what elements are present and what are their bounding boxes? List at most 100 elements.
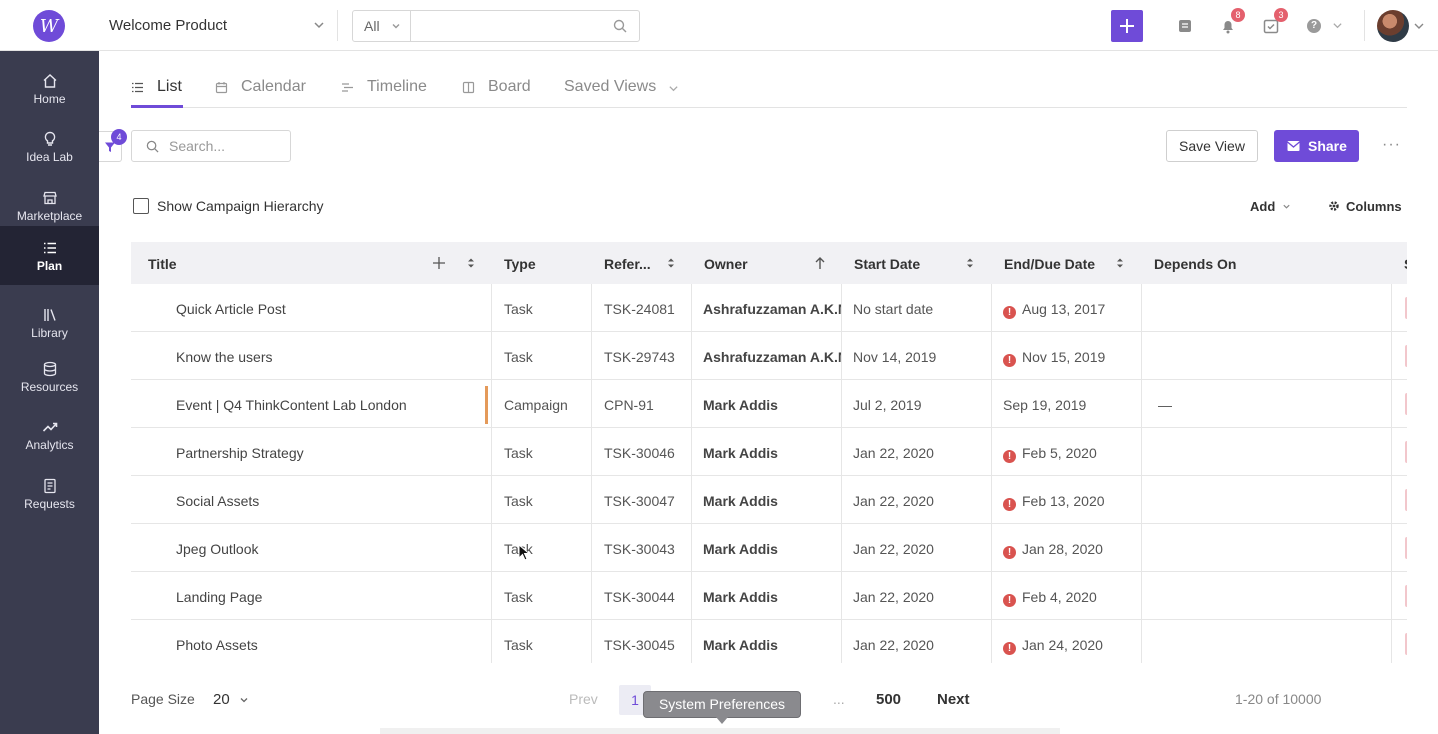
sort-icon[interactable] [667, 257, 675, 269]
campaign-hierarchy-label[interactable]: Show Campaign Hierarchy [157, 198, 324, 214]
sort-icon[interactable] [467, 257, 475, 269]
help-icon[interactable]: ? [1307, 19, 1321, 33]
start-date-cell: Jan 22, 2020 [842, 620, 992, 663]
chevron-down-icon[interactable] [312, 18, 326, 32]
reference-cell[interactable]: TSK-30043 [592, 524, 692, 572]
column-header-owner[interactable]: Owner [704, 242, 748, 284]
status-cell[interactable] [1392, 284, 1407, 332]
title-cell[interactable]: Quick Article Post [131, 284, 492, 332]
filter-count-badge: 4 [111, 129, 127, 145]
sidebar-item-library[interactable]: Library [0, 293, 99, 351]
reference-cell-text: CPN-91 [604, 397, 654, 413]
table-row[interactable]: Social Assets Task TSK-30047 Mark Addis Jan … [131, 476, 1407, 524]
home-icon [43, 74, 56, 88]
column-header-type[interactable]: Type [504, 242, 536, 284]
campaign-hierarchy-checkbox[interactable] [133, 198, 149, 214]
sidebar-item-requests[interactable]: Requests [0, 464, 99, 522]
column-header-depends-on[interactable]: Depends On [1154, 242, 1236, 284]
status-cell[interactable] [1392, 572, 1407, 620]
reference-cell[interactable]: CPN-91 [592, 380, 692, 428]
tab-calendar[interactable]: Calendar [215, 78, 315, 108]
column-header-reference[interactable]: Refer... [604, 242, 651, 284]
sidebar: Home Idea Lab Marketplace Plan Library R… [0, 51, 99, 734]
title-cell[interactable]: Jpeg Outlook [131, 524, 492, 572]
table-row[interactable]: Quick Article Post Task TSK-24081 Ashrafuzz… [131, 284, 1407, 332]
reference-cell[interactable]: TSK-30046 [592, 428, 692, 476]
title-cell[interactable]: Know the users [131, 332, 492, 380]
overdue-alert-icon: ! [1003, 594, 1016, 607]
sidebar-item-analytics[interactable]: Analytics [0, 405, 99, 463]
tab-board[interactable]: Board [462, 78, 542, 108]
type-cell-text: Campaign [504, 397, 568, 413]
table-row[interactable]: Photo Assets Task TSK-30045 Mark Addis Jan 2… [131, 620, 1407, 663]
avatar[interactable] [1377, 10, 1409, 42]
title-cell-text: Photo Assets [176, 637, 258, 653]
add-dropdown[interactable]: Add [1250, 199, 1290, 214]
more-options-button[interactable]: ··· [1382, 136, 1401, 154]
title-cell[interactable]: Partnership Strategy [131, 428, 492, 476]
reference-cell[interactable]: TSK-24081 [592, 284, 692, 332]
gear-icon [1329, 201, 1339, 211]
table-header: Title Type Refer... Owner Start Date End… [131, 242, 1407, 284]
app-logo[interactable]: W [33, 10, 65, 42]
logo-letter: W [39, 15, 59, 37]
create-new-button[interactable] [1111, 10, 1143, 42]
depends-on-cell [1142, 428, 1392, 476]
sidebar-item-resources[interactable]: Resources [0, 347, 99, 405]
table-row[interactable]: Know the users Task TSK-29743 Ashrafuzzaman… [131, 332, 1407, 380]
page-button[interactable]: 500 [876, 691, 901, 708]
campaign-color-bar [485, 386, 488, 424]
table-row[interactable]: Landing Page Task TSK-30044 Mark Addis Jan 2… [131, 572, 1407, 620]
share-button[interactable]: Share [1274, 130, 1359, 162]
status-cell[interactable] [1392, 428, 1407, 476]
pagination-ellipsis: ... [833, 691, 845, 707]
table-row[interactable]: Event | Q4 ThinkContent Lab London Campai… [131, 380, 1407, 428]
column-header-title[interactable]: Title [148, 242, 177, 284]
page-size-select[interactable]: 20 [213, 691, 230, 708]
status-cell[interactable] [1392, 524, 1407, 572]
search-input[interactable] [169, 137, 284, 155]
column-header-end-date[interactable]: End/Due Date [1004, 242, 1095, 284]
save-view-button[interactable]: Save View [1166, 130, 1258, 162]
search-scope-select[interactable]: All [353, 11, 411, 41]
sort-icon[interactable] [966, 257, 974, 269]
chevron-down-icon[interactable] [1413, 20, 1425, 32]
type-cell-text: Task [504, 445, 533, 461]
reference-cell[interactable]: TSK-30045 [592, 620, 692, 663]
status-cell[interactable] [1392, 620, 1407, 663]
arrow-up-icon[interactable] [814, 256, 826, 270]
tab-saved-views[interactable]: Saved Views [564, 78, 684, 108]
title-cell[interactable]: Social Assets [131, 476, 492, 524]
reference-cell[interactable]: TSK-29743 [592, 332, 692, 380]
chevron-down-icon[interactable] [1332, 20, 1343, 31]
prev-page-button[interactable]: Prev [569, 691, 598, 707]
overdue-alert-icon: ! [1003, 306, 1016, 319]
tasks-badge: 3 [1274, 8, 1288, 22]
tab-list[interactable]: List [131, 78, 183, 108]
stack-icon[interactable] [1176, 17, 1194, 35]
title-cell[interactable]: Photo Assets [131, 620, 492, 663]
status-cell[interactable] [1392, 380, 1407, 428]
sort-icon[interactable] [1116, 257, 1124, 269]
title-cell[interactable]: Landing Page [131, 572, 492, 620]
status-cell[interactable] [1392, 476, 1407, 524]
table-row[interactable]: Jpeg Outlook Task TSK-30043 Mark Addis Jan 2… [131, 524, 1407, 572]
tab-timeline[interactable]: Timeline [341, 78, 441, 108]
share-label: Share [1308, 138, 1347, 154]
search-icon[interactable] [613, 19, 627, 33]
column-header-status[interactable]: S [1404, 242, 1407, 284]
title-cell[interactable]: Event | Q4 ThinkContent Lab London [131, 380, 492, 428]
plus-icon[interactable] [432, 256, 446, 270]
sidebar-item-idea-lab[interactable]: Idea Lab [0, 117, 99, 175]
reference-cell[interactable]: TSK-30044 [592, 572, 692, 620]
sidebar-item-home[interactable]: Home [0, 59, 99, 117]
sidebar-item-plan[interactable]: Plan [0, 226, 99, 285]
table-row[interactable]: Partnership Strategy Task TSK-30046 Mark Ad… [131, 428, 1407, 476]
workspace-selector[interactable]: Welcome Product [109, 17, 227, 34]
type-cell: Task [492, 284, 592, 332]
reference-cell[interactable]: TSK-30047 [592, 476, 692, 524]
status-cell[interactable] [1392, 332, 1407, 380]
column-header-start-date[interactable]: Start Date [854, 242, 920, 284]
chevron-down-icon[interactable] [239, 695, 249, 705]
next-page-button[interactable]: Next [937, 691, 970, 708]
